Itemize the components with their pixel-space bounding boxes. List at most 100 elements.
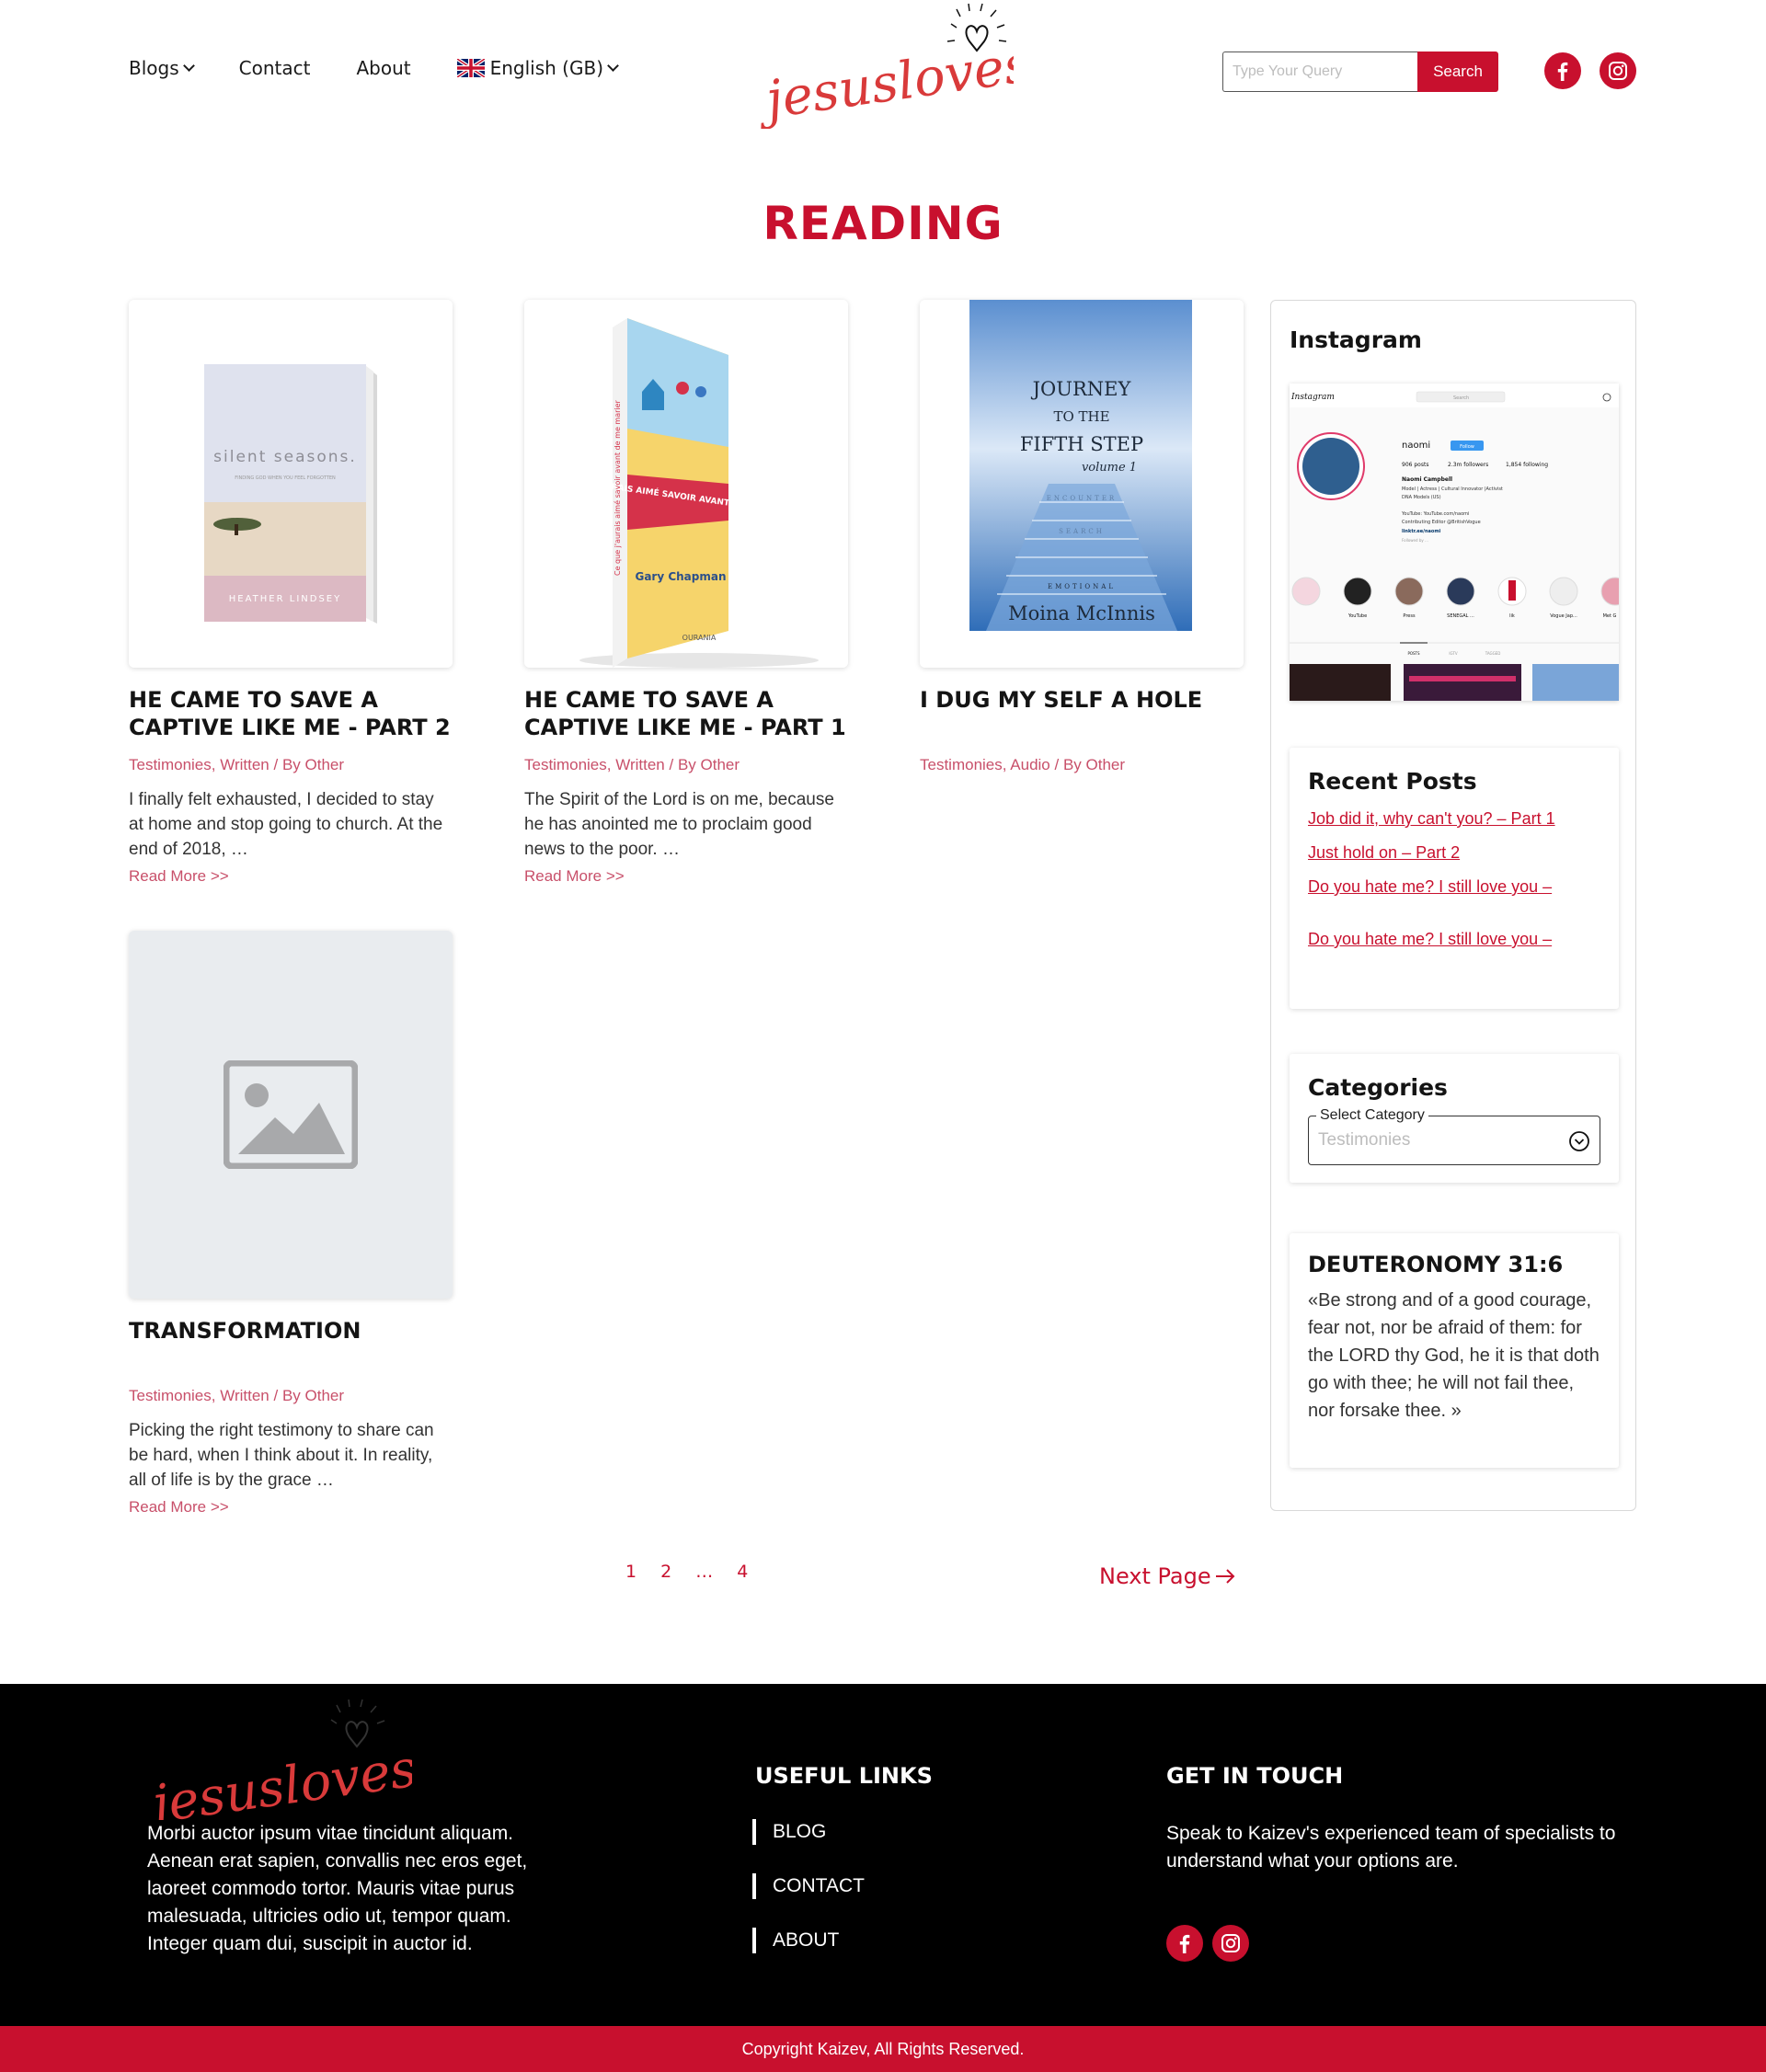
pagination: 1 2 … 4	[625, 1562, 772, 1582]
book-cover-silent-seasons: silent seasons. FINDING GOD WHEN YOU FEE…	[129, 300, 453, 668]
author-link[interactable]: Other	[701, 756, 740, 773]
next-page-link[interactable]: Next Page	[1099, 1563, 1235, 1589]
insta-highlight: Met G	[1603, 613, 1617, 619]
page-link[interactable]: 1	[625, 1562, 636, 1582]
search-button[interactable]: Search	[1417, 52, 1498, 92]
cover-publisher: OURANIA	[682, 634, 717, 642]
instagram-link[interactable]	[1212, 1925, 1249, 1962]
category-link[interactable]: Testimonies	[129, 1387, 212, 1404]
get-in-touch-title: GET IN TOUCH	[1166, 1763, 1344, 1789]
post-thumbnail[interactable]: silent seasons. FINDING GOD WHEN YOU FEE…	[129, 300, 453, 668]
footer-about-text: Morbi auctor ipsum vitae tincidunt aliqu…	[147, 1823, 528, 1954]
cover-subtitle: FINDING GOD WHEN YOU FEEL FORGOTTEN	[235, 475, 336, 481]
insta-tab: POSTS	[1407, 651, 1420, 656]
read-more-link[interactable]: Read More >>	[524, 867, 848, 886]
post-title[interactable]: HE CAME TO SAVE A CAPTIVE LIKE ME - PART…	[129, 686, 453, 741]
footer-link-blog[interactable]: BLOG	[752, 1818, 865, 1846]
category-link[interactable]: Written	[220, 756, 269, 773]
book-cover-chapman: CE QUE J'AURAIS AIMÉ SAVOIR AVANT DE ME …	[524, 300, 848, 668]
category-link[interactable]: Testimonies	[920, 756, 1003, 773]
recent-posts-title: Recent Posts	[1308, 768, 1477, 795]
nav-about-label: About	[356, 57, 411, 79]
author-prefix: / By	[669, 756, 696, 773]
instagram-embed[interactable]: Instagram Search naomi Follow 906 posts …	[1290, 383, 1619, 701]
read-more-link[interactable]: Read More >>	[129, 867, 453, 886]
search-input[interactable]	[1222, 52, 1417, 92]
post-thumbnail[interactable]	[129, 931, 453, 1299]
category-select[interactable]: Select Category Testimonies	[1308, 1107, 1600, 1165]
insta-follow: Follow	[1460, 444, 1474, 450]
footer-link-label: BLOG	[773, 1821, 827, 1842]
insta-highlight: lik	[1509, 613, 1515, 619]
category-link[interactable]: Audio	[1010, 756, 1049, 773]
insta-followed-by: Followed by …	[1402, 538, 1428, 543]
image-placeholder-icon	[224, 1060, 358, 1169]
site-header: Blogs Contact About English (GB) jesuslo…	[0, 0, 1766, 143]
author-link[interactable]: Other	[305, 756, 345, 773]
post-title[interactable]: TRANSFORMATION	[129, 1317, 453, 1372]
category-link[interactable]: Testimonies	[524, 756, 607, 773]
footer-link-label: ABOUT	[773, 1929, 840, 1951]
post-thumbnail[interactable]: CE QUE J'AURAIS AIMÉ SAVOIR AVANT DE ME …	[524, 300, 848, 668]
post-title[interactable]: I DUG MY SELF A HOLE	[920, 686, 1244, 741]
cover-author: Gary Chapman	[635, 570, 726, 583]
next-page-label: Next Page	[1099, 1563, 1211, 1589]
author-prefix: / By	[1054, 756, 1082, 773]
cover-author: HEATHER LINDSEY	[229, 594, 341, 604]
cover-line3: FIFTH STEP	[1020, 433, 1143, 455]
nav-contact[interactable]: Contact	[239, 57, 311, 79]
recent-post-link[interactable]: Job did it, why can't you? – Part 1	[1308, 809, 1600, 829]
post-excerpt: Picking the right testimony to share can…	[129, 1421, 434, 1490]
facebook-icon	[1179, 1934, 1190, 1953]
useful-links: BLOG CONTACT ABOUT	[752, 1818, 865, 1981]
language-selector[interactable]: English (GB)	[456, 57, 619, 79]
facebook-link[interactable]	[1166, 1925, 1203, 1962]
post-card: CE QUE J'AURAIS AIMÉ SAVOIR AVANT DE ME …	[524, 300, 848, 886]
instagram-icon	[1221, 1934, 1240, 1952]
header-social	[1544, 52, 1636, 89]
recent-post-link[interactable]: Do you hate me? I still love you –	[1308, 877, 1600, 897]
read-more-link[interactable]: Read More >>	[129, 1498, 453, 1517]
recent-post-link[interactable]: Do you hate me? I still love you –	[1308, 930, 1600, 949]
insta-tab: TAGGED	[1485, 651, 1501, 656]
insta-link: linktr.ee/naomi	[1402, 529, 1441, 534]
category-link[interactable]: Testimonies	[129, 756, 212, 773]
insta-name: Naomi Campbell	[1402, 476, 1452, 483]
uk-flag-icon	[456, 59, 485, 77]
category-select-value: Testimonies	[1318, 1130, 1411, 1150]
post-excerpt: The Spirit of the Lord is on me, because…	[524, 790, 834, 859]
insta-highlight: YouTube	[1347, 613, 1367, 619]
verse-title: DEUTERONOMY 31:6	[1308, 1252, 1564, 1277]
page-ellipsis: …	[695, 1562, 714, 1582]
nav-blogs[interactable]: Blogs	[129, 57, 195, 79]
post-title[interactable]: HE CAME TO SAVE A CAPTIVE LIKE ME - PART…	[524, 686, 848, 741]
insta-highlight: SENEGAL ...	[1447, 613, 1474, 619]
instagram-link[interactable]	[1600, 52, 1636, 89]
site-logo[interactable]: jesuslovesyou	[756, 0, 1014, 129]
recent-post-link[interactable]: Just hold on – Part 2	[1308, 843, 1600, 863]
cover-title: silent seasons.	[213, 448, 357, 466]
author-link[interactable]: Other	[305, 1387, 345, 1404]
author-prefix: / By	[273, 756, 301, 773]
page-link[interactable]: 2	[660, 1562, 671, 1582]
author-prefix: / By	[273, 1387, 301, 1404]
category-link[interactable]: Written	[220, 1387, 269, 1404]
footer-social	[1166, 1925, 1249, 1962]
chevron-down-icon	[607, 60, 619, 72]
copyright-bar: Copyright Kaizev, All Rights Reserved.	[0, 2026, 1766, 2072]
page-link[interactable]: 4	[737, 1562, 748, 1582]
footer-link-contact[interactable]: CONTACT	[752, 1872, 865, 1900]
cover-line2: TO THE	[1053, 408, 1109, 425]
facebook-link[interactable]	[1544, 52, 1581, 89]
nav-about[interactable]: About	[356, 57, 410, 79]
footer-link-label: CONTACT	[773, 1875, 865, 1896]
page-title: READING	[763, 197, 1003, 250]
main-nav: Blogs Contact About English (GB)	[129, 57, 663, 79]
insta-app-name: Instagram	[1290, 393, 1335, 402]
author-link[interactable]: Other	[1086, 756, 1126, 773]
search-form: Search	[1222, 52, 1498, 92]
footer-logo[interactable]: jesuslovesyou	[145, 1691, 412, 1820]
category-link[interactable]: Written	[615, 756, 665, 773]
footer-link-about[interactable]: ABOUT	[752, 1927, 865, 1954]
post-thumbnail[interactable]: JOURNEY TO THE FIFTH STEP volume 1 ENCOU…	[920, 300, 1244, 668]
